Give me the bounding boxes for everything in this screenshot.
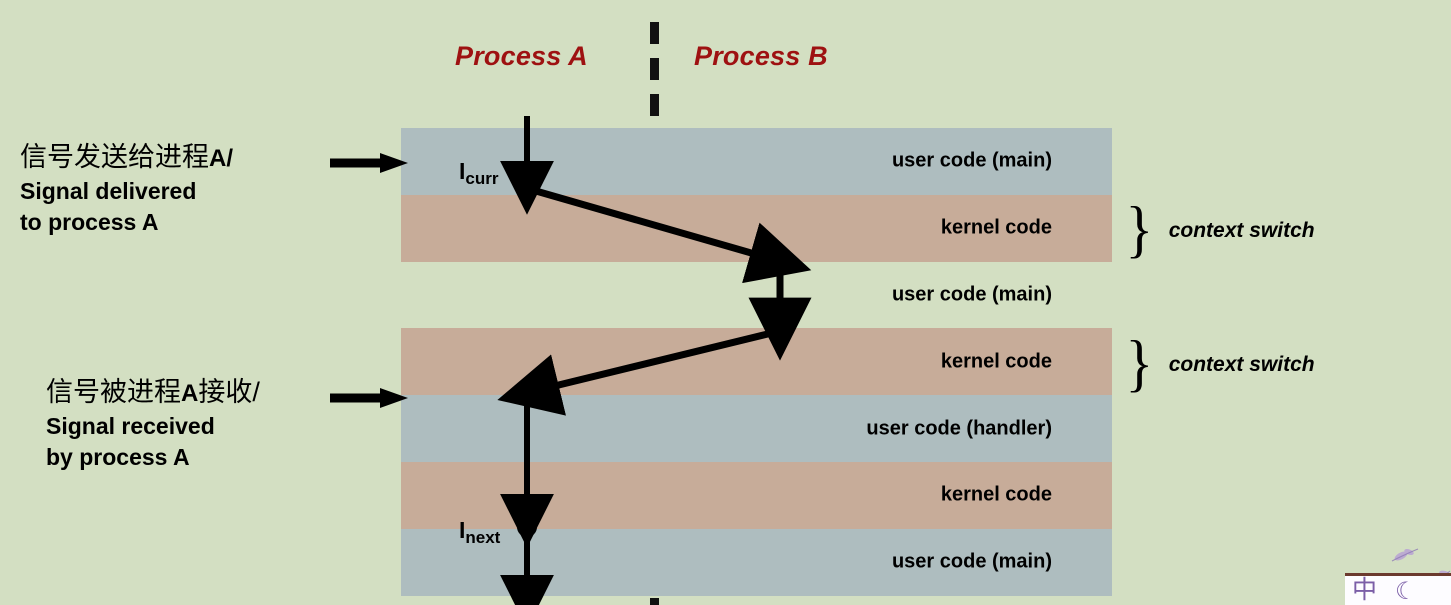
band-label: user code (main) (891, 149, 1052, 172)
callout-signal-delivered: 信号发送给进程A/ Signal delivered to process A (20, 141, 233, 236)
band-kernel-code-3: kernel code (401, 462, 1112, 529)
ime-mode-chinese-button[interactable]: 中 (1352, 576, 1377, 603)
band-label: user code (main) (891, 283, 1052, 306)
band-user-code-handler: user code (handler) (401, 395, 1112, 462)
band-user-code-main-2: user code (main) (401, 261, 1112, 329)
callout-english-line-1: Signal received (46, 412, 215, 439)
context-switch-label: context switch (1168, 353, 1315, 376)
instruction-marker-i-curr: Icurr (459, 158, 499, 188)
callout-english-line-1: Signal delivered (20, 177, 197, 204)
band-user-code-main-1: user code (main) (401, 128, 1112, 195)
callout-chinese-latin: A (181, 380, 199, 407)
band-kernel-code-2: kernel code (401, 328, 1112, 396)
column-header-process-b: Process B (694, 41, 828, 71)
callout-chinese-latin: A/ (209, 145, 233, 172)
execution-timeline-bands: user code (main) kernel code user code (… (401, 128, 1112, 596)
context-switch-annotation-2: } context switch (1125, 327, 1315, 398)
callout-chinese-text-post: 接收/ (198, 377, 260, 407)
slide-canvas: Process A Process B user code (main) ker… (0, 0, 1451, 605)
band-label: kernel code (940, 350, 1052, 373)
callout-signal-received: 信号被进程A接收/ Signal received by process A (46, 376, 260, 471)
band-label: kernel code (940, 483, 1052, 506)
callout-chinese-text-pre: 信号被进程 (46, 377, 181, 407)
instruction-marker-i-curr-subscript: curr (465, 169, 499, 188)
band-kernel-code-1: kernel code (401, 194, 1112, 262)
callout-english-line-2: to process A (20, 208, 159, 235)
band-label: user code (handler) (866, 417, 1052, 440)
band-label: user code (main) (891, 550, 1052, 573)
moon-icon[interactable]: ☾ (1395, 579, 1417, 604)
pointer-arrow-signal-received (330, 388, 408, 408)
context-switch-label: context switch (1168, 219, 1315, 242)
instruction-marker-i-next-subscript: next (465, 528, 501, 547)
ime-floating-toolbar[interactable]: 中 ☾ (1345, 573, 1451, 605)
callout-chinese-line: 信号被进程A接收/ (46, 376, 260, 409)
instruction-marker-i-next: Inext (459, 517, 501, 547)
pointer-arrow-signal-delivered (330, 153, 408, 173)
band-label: kernel code (940, 216, 1052, 239)
context-switch-annotation-1: } context switch (1125, 193, 1315, 264)
callout-english-line-2: by process A (46, 443, 190, 470)
callout-chinese-text: 信号发送给进程 (20, 142, 209, 172)
column-header-process-a: Process A (455, 41, 588, 71)
callout-chinese-line: 信号发送给进程A/ (20, 141, 233, 174)
band-user-code-main-3: user code (main) (401, 528, 1112, 596)
